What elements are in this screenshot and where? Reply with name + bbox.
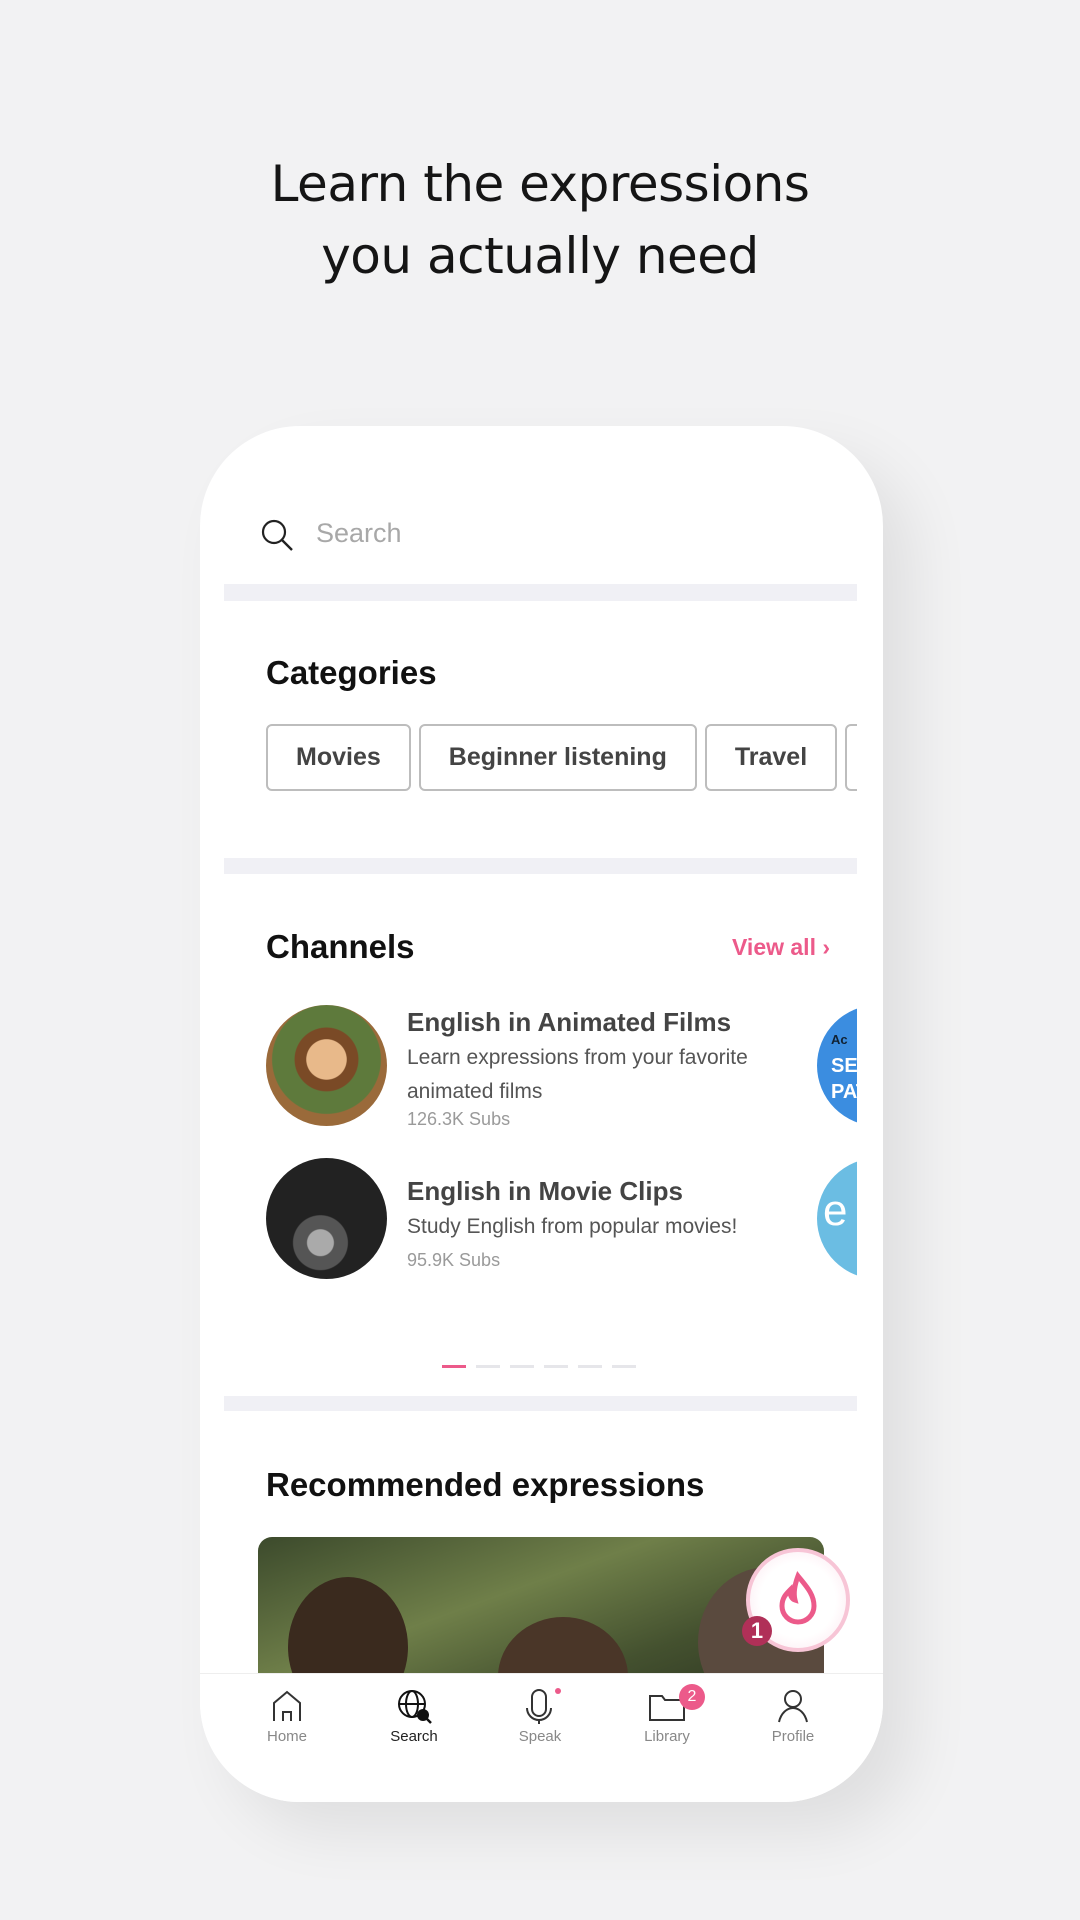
pagination-dots [442, 1365, 636, 1368]
headline-line-2: you actually need [321, 227, 759, 285]
headline: Learn the expressions you actually need [0, 148, 1080, 292]
peek-text: SEN [831, 1055, 857, 1077]
channel-subs: 126.3K Subs [407, 1109, 511, 1129]
page-dot[interactable] [476, 1365, 500, 1368]
channel-avatar [266, 1158, 387, 1279]
expression-thumbnail[interactable] [258, 1537, 824, 1673]
chip-beginner-listening[interactable]: Beginner listening [418, 724, 697, 791]
nav-label: Home [266, 1728, 307, 1745]
channel-subs: 95.9K Subs [407, 1250, 501, 1270]
headline-line-1: Learn the expressions [270, 155, 810, 213]
page-dot[interactable] [510, 1365, 534, 1368]
search-icon [261, 519, 293, 551]
divider [224, 1396, 857, 1411]
nav-label: Speak [518, 1728, 562, 1745]
view-all-link[interactable]: View all › [732, 934, 830, 961]
channel-description: Learn expressions from your favorite ani… [407, 1046, 748, 1103]
channel-title: English in Movie Clips [407, 1176, 683, 1206]
nav-home[interactable]: Home [237, 1688, 337, 1745]
nav-label: Profile [771, 1728, 815, 1745]
microphone-icon [526, 1688, 561, 1724]
home-icon [273, 1690, 301, 1721]
channel-avatar [266, 1005, 387, 1126]
screen-content[interactable]: Search Categories Movies Beginner listen… [224, 426, 857, 1673]
chip-movies[interactable]: Movies [266, 724, 411, 791]
nav-label: Library [644, 1728, 690, 1745]
nav-profile[interactable]: Profile [743, 1688, 843, 1745]
bottom-nav: Home Search Speak 2 Library Profile [200, 1673, 883, 1802]
chevron-right-icon: › [822, 934, 831, 960]
library-badge: 2 [679, 1684, 705, 1710]
category-chips[interactable]: Movies Beginner listening Travel C [266, 724, 857, 791]
recommended-title: Recommended expressions [266, 1466, 705, 1503]
channels-title: Channels [266, 928, 415, 965]
peek-text: e [823, 1186, 848, 1235]
streak-count: 1 [742, 1616, 772, 1646]
profile-icon [778, 1690, 808, 1723]
divider [224, 858, 857, 874]
nav-library[interactable]: 2 Library [617, 1684, 717, 1745]
categories-title: Categories [266, 654, 437, 691]
channel-row[interactable]: English in Animated Films Learn expressi… [266, 1005, 857, 1130]
search-input[interactable]: Search [316, 518, 402, 549]
nav-search[interactable]: Search [364, 1688, 464, 1745]
thumbnail-figure [288, 1577, 408, 1673]
thumbnail-figure [498, 1617, 628, 1673]
nav-speak[interactable]: Speak [490, 1688, 590, 1745]
page-dot[interactable] [612, 1365, 636, 1368]
peek-text: Ac [831, 1032, 848, 1047]
view-all-label: View all [732, 934, 816, 960]
channel-title: English in Animated Films [407, 1007, 732, 1037]
chip-partial[interactable]: C [845, 724, 857, 791]
streak-button[interactable]: 1 [742, 1548, 850, 1652]
nav-label: Search [390, 1728, 438, 1745]
globe-search-icon [398, 1690, 432, 1724]
channel-description: Study English from popular movies! [407, 1215, 738, 1238]
page-dot[interactable] [442, 1365, 466, 1368]
peek-text: PAT [831, 1081, 857, 1103]
phone-frame: Search Categories Movies Beginner listen… [200, 426, 883, 1802]
page-dot[interactable] [544, 1365, 568, 1368]
page-dot[interactable] [578, 1365, 602, 1368]
channel-row[interactable]: English in Movie Clips Study English fro… [266, 1158, 857, 1283]
chip-travel[interactable]: Travel [704, 724, 838, 791]
divider [224, 584, 857, 601]
